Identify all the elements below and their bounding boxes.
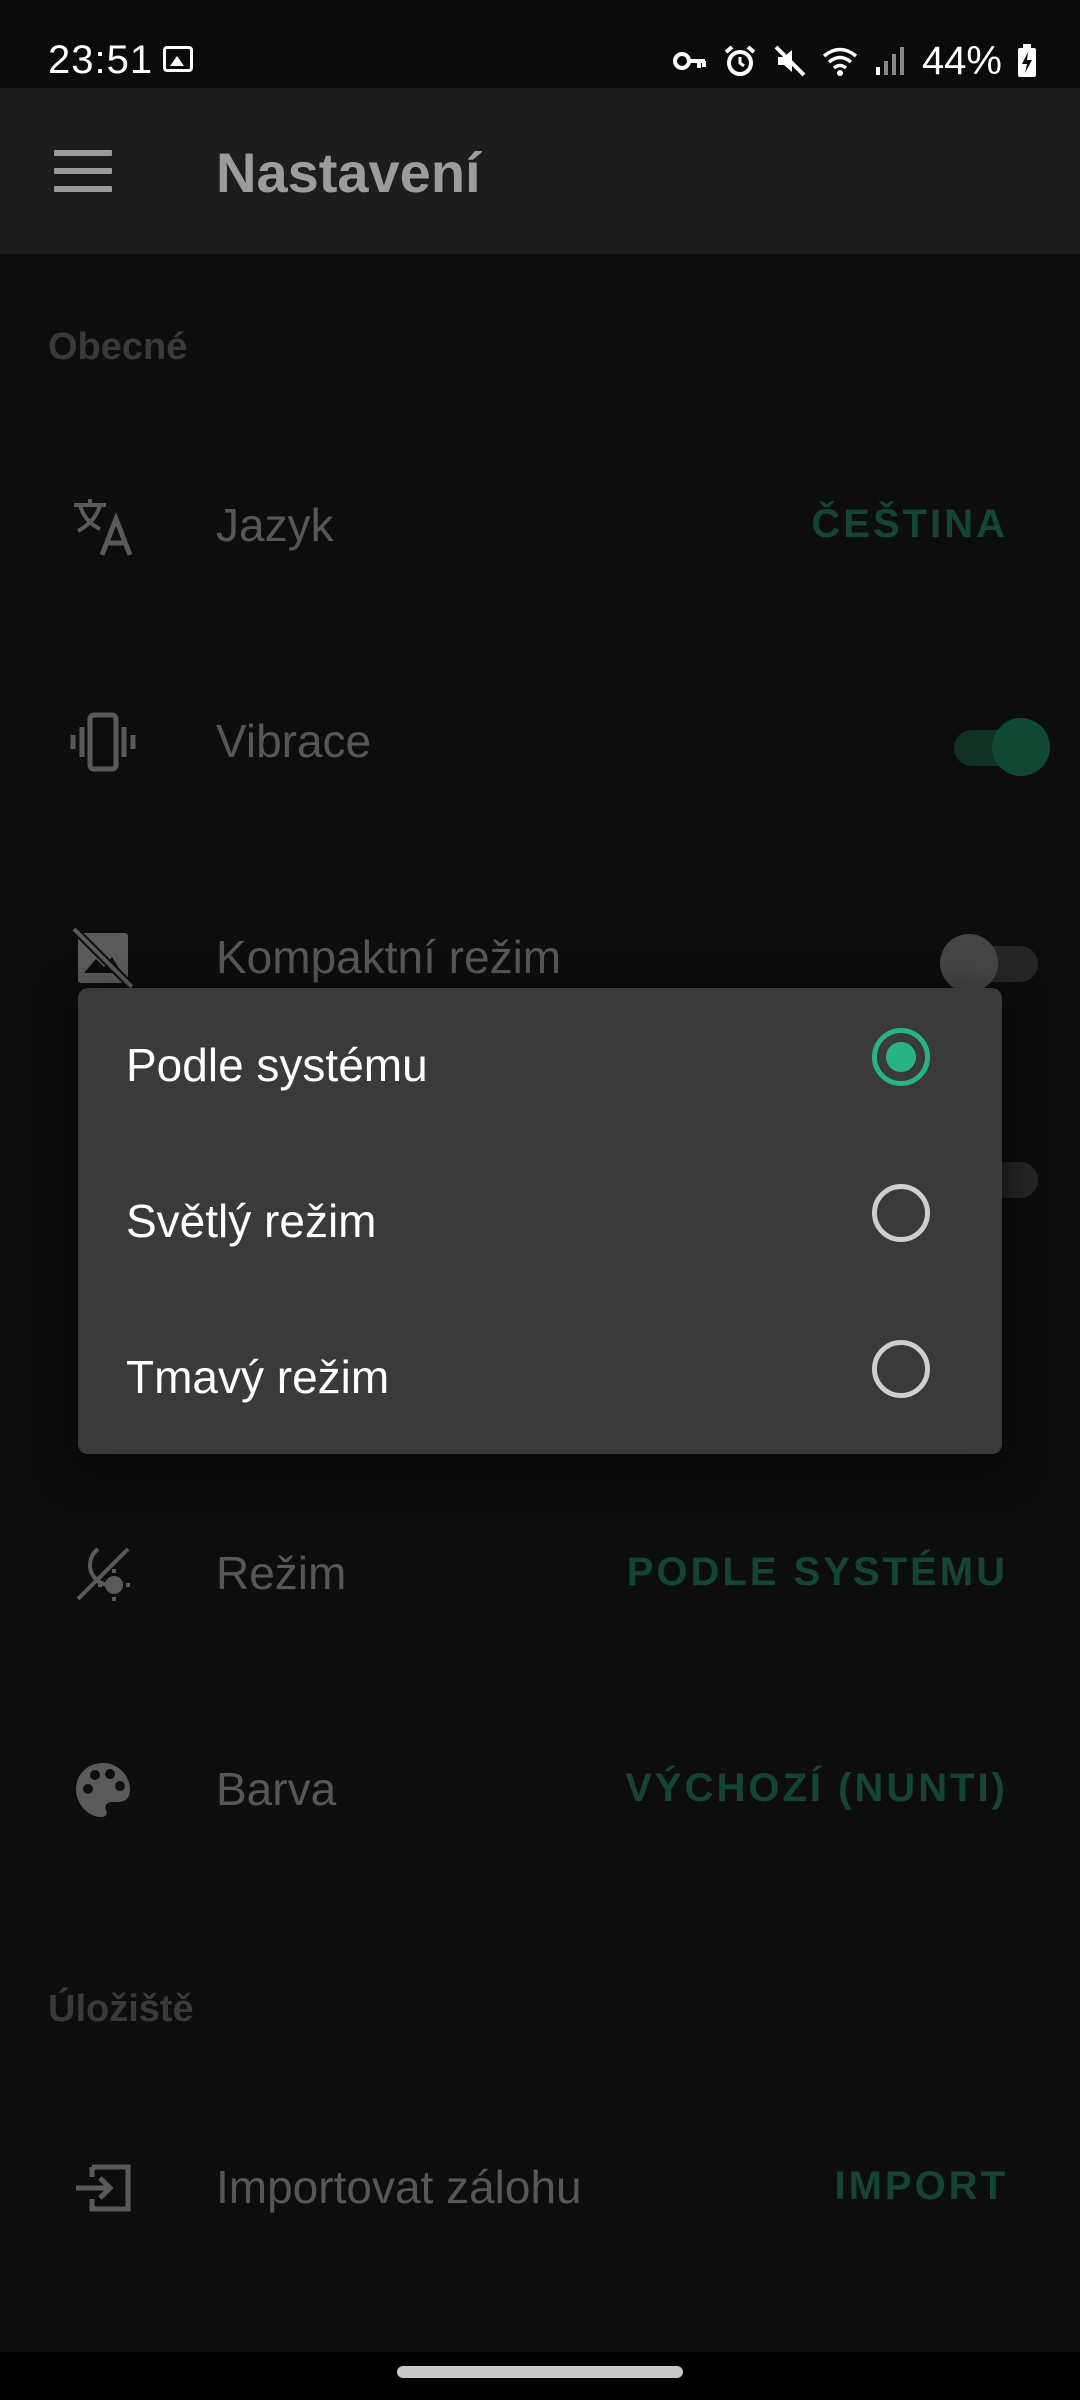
setting-label: Kompaktní režim xyxy=(216,931,562,983)
theme-mode-dialog: Podle systému Světlý režim Tmavý režim xyxy=(78,988,1002,1454)
language-value[interactable]: ČEŠTINA xyxy=(811,502,1008,547)
translate-icon xyxy=(74,499,133,556)
option-label: Tmavý režim xyxy=(126,1351,390,1403)
section-header-general: Obecné xyxy=(48,326,188,368)
import-icon xyxy=(76,2164,131,2212)
option-label: Podle systému xyxy=(126,1039,428,1091)
option-light[interactable]: Světlý režim xyxy=(78,1144,1002,1300)
menu-icon[interactable] xyxy=(54,150,112,192)
vpn-key-icon xyxy=(672,52,706,70)
vibration-toggle[interactable] xyxy=(948,716,1050,776)
status-icons: 44% xyxy=(672,36,1038,86)
setting-label: Jazyk xyxy=(216,499,334,551)
signal-icon xyxy=(875,47,904,75)
vibration-icon xyxy=(70,712,136,772)
setting-label: Barva xyxy=(216,1763,337,1815)
setting-language[interactable]: Jazyk ČEŠTINA xyxy=(0,448,1080,598)
import-value[interactable]: IMPORT xyxy=(834,2164,1008,2209)
radio-button-checked[interactable] xyxy=(872,1028,930,1086)
mute-icon xyxy=(774,45,806,77)
image-off-icon xyxy=(71,926,135,990)
compact-mode-toggle[interactable] xyxy=(940,932,1044,992)
status-time: 23:51 xyxy=(48,38,154,82)
option-label: Světlý režim xyxy=(126,1195,377,1247)
section-header-storage: Úložiště xyxy=(48,1988,194,2030)
page-title: Nastavení xyxy=(216,141,481,204)
status-bar: 23:51 44% xyxy=(0,0,1080,88)
palette-icon xyxy=(76,1763,130,1817)
setting-vibration[interactable]: Vibrace xyxy=(0,664,1080,814)
option-dark[interactable]: Tmavý režim xyxy=(78,1300,1002,1456)
setting-label: Vibrace xyxy=(216,715,372,767)
gallery-icon xyxy=(163,46,193,72)
setting-label: Importovat zálohu xyxy=(216,2161,582,2213)
radio-button[interactable] xyxy=(872,1184,930,1242)
radio-button[interactable] xyxy=(872,1340,930,1398)
setting-theme-mode[interactable]: Režim PODLE SYSTÉMU xyxy=(0,1496,1080,1646)
theme-mode-value[interactable]: PODLE SYSTÉMU xyxy=(627,1550,1008,1595)
battery-charging-icon xyxy=(1018,44,1036,77)
option-system[interactable]: Podle systému xyxy=(78,988,1002,1144)
setting-import-backup[interactable]: Importovat zálohu IMPORT xyxy=(0,2110,1080,2260)
home-gesture-handle[interactable] xyxy=(397,2366,683,2378)
alarm-icon xyxy=(724,45,756,76)
battery-level: 44% xyxy=(921,38,1002,83)
wifi-icon xyxy=(822,47,858,76)
theme-mode-icon xyxy=(76,1547,130,1601)
app-bar: Nastavení xyxy=(0,88,1080,254)
navigation-bar xyxy=(0,2352,1080,2400)
setting-color[interactable]: Barva VÝCHOZÍ (NUNTI) xyxy=(0,1712,1080,1862)
setting-label: Režim xyxy=(216,1547,347,1599)
color-value[interactable]: VÝCHOZÍ (NUNTI) xyxy=(625,1766,1008,1811)
